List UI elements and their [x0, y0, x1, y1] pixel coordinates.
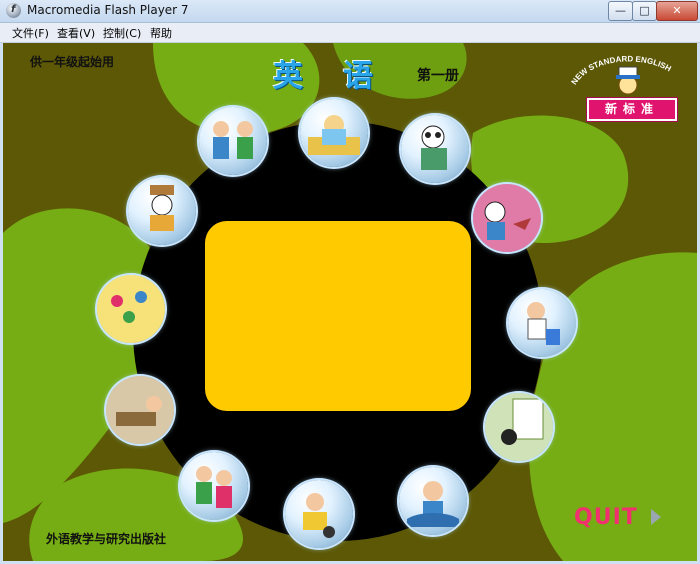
close-button[interactable]: ✕	[656, 1, 698, 21]
lesson-bubble-4[interactable]	[473, 184, 541, 252]
menu-help[interactable]: 帮助	[150, 25, 172, 41]
lesson-bubble-12[interactable]	[128, 177, 196, 245]
lesson-bubble-10[interactable]	[106, 376, 174, 444]
lesson-bubble-7[interactable]	[399, 467, 467, 535]
lesson-bubble-9[interactable]	[180, 452, 248, 520]
maximize-button[interactable]: □	[632, 1, 657, 21]
content-display-panel	[205, 221, 471, 411]
menu-view[interactable]: 查看(V)	[57, 25, 95, 41]
menu-file[interactable]: 文件(F)	[12, 25, 49, 41]
new-standard-english-logo: NEW STANDARD ENGLISH 新标准	[566, 47, 691, 121]
menu-control[interactable]: 控制(C)	[103, 25, 141, 41]
flash-stage: 供一年级起始用 英语 第一册 NEW STANDARD ENGLISH 新标准	[3, 43, 697, 561]
book-title: 英语	[273, 59, 413, 94]
lesson-bubble-6[interactable]	[485, 393, 553, 461]
lesson-bubble-2[interactable]	[300, 99, 368, 167]
quit-arrow-icon[interactable]	[649, 507, 665, 527]
flash-app-icon: f	[6, 3, 21, 18]
lesson-bubble-3[interactable]	[401, 115, 469, 183]
lesson-bubble-1[interactable]	[199, 107, 267, 175]
publisher-label: 外语教学与研究出版社	[46, 532, 167, 546]
new-standard-badge: 新标准	[587, 98, 677, 121]
lesson-bubble-11[interactable]	[97, 275, 165, 343]
lesson-bubble-8[interactable]	[285, 480, 353, 548]
grade-label: 供一年级起始用	[30, 55, 115, 69]
window-title: Macromedia Flash Player 7	[27, 3, 189, 17]
menu-bar: 文件(F) 查看(V) 控制(C) 帮助	[0, 23, 700, 43]
title-bar: f Macromedia Flash Player 7 — □ ✕	[0, 0, 700, 23]
minimize-button[interactable]: —	[608, 1, 633, 21]
lesson-bubble-5[interactable]	[508, 289, 576, 357]
volume-label: 第一册	[417, 68, 459, 84]
quit-button[interactable]: QUIT	[574, 505, 638, 530]
flash-player-window: f Macromedia Flash Player 7 — □ ✕ 文件(F) …	[0, 0, 700, 564]
